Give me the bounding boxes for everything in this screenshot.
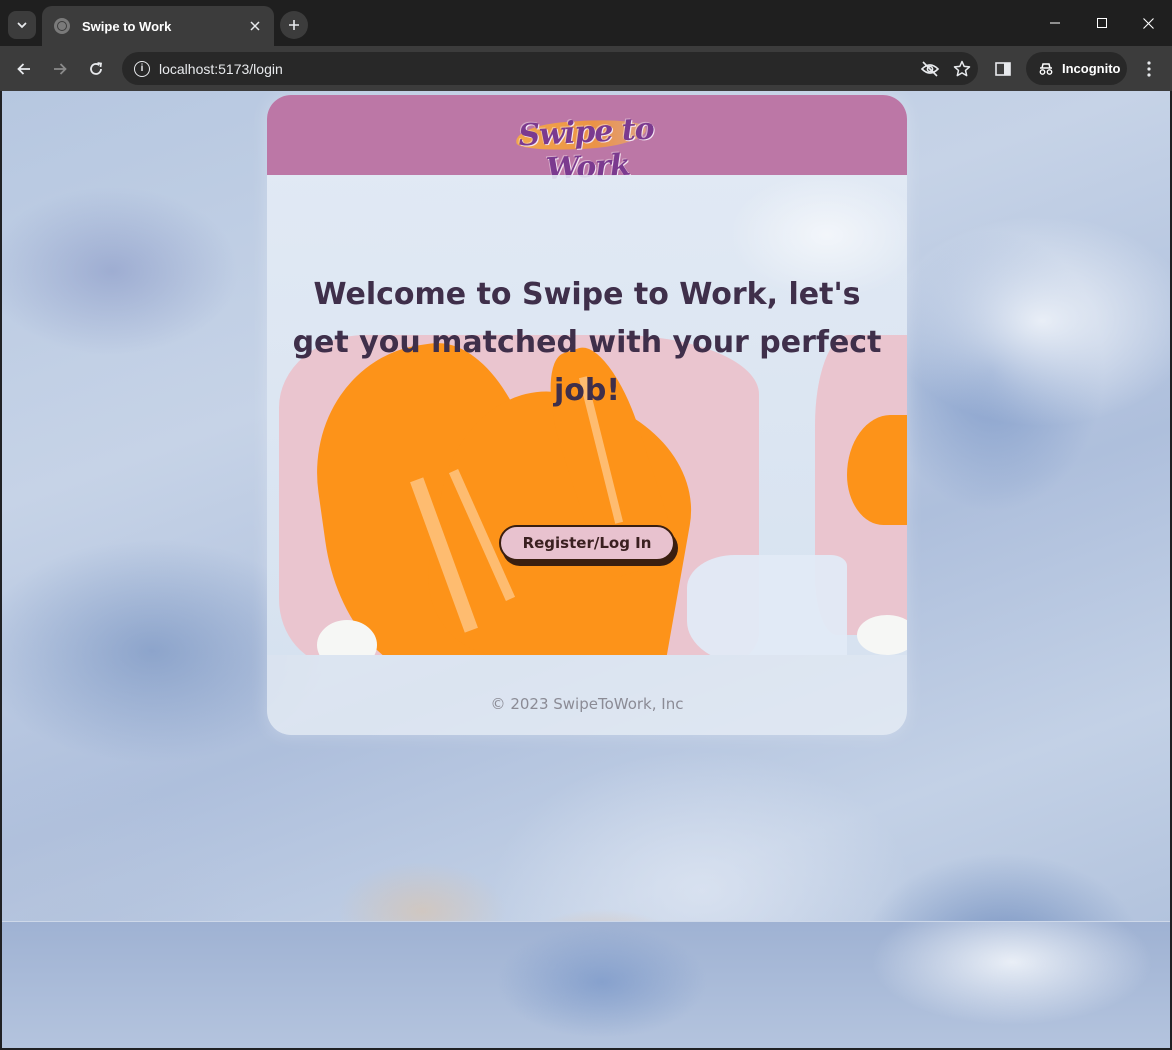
browser-menu-button[interactable] <box>1134 54 1164 84</box>
card-body: Welcome to Swipe to Work, let's get you … <box>267 175 907 655</box>
side-panel-icon <box>995 62 1011 76</box>
browser-titlebar: Swipe to Work <box>0 0 1172 46</box>
paint-blob <box>857 615 907 655</box>
copyright-text: © 2023 SwipeToWork, Inc <box>490 695 684 713</box>
cta-wrapper: Register/Log In <box>499 525 675 561</box>
star-icon[interactable] <box>946 53 978 85</box>
arrow-left-icon <box>17 63 30 75</box>
kebab-menu-icon <box>1147 61 1151 77</box>
close-icon[interactable] <box>246 17 264 35</box>
welcome-headline: Welcome to Swipe to Work, let's get you … <box>292 277 882 408</box>
info-icon[interactable]: i <box>134 60 150 77</box>
maximize-button[interactable] <box>1079 0 1125 46</box>
page-viewport: Swipe to Work Welcome to Swipe to Work, … <box>2 91 1170 1048</box>
register-login-button[interactable]: Register/Log In <box>499 525 675 561</box>
minimize-button[interactable] <box>1032 0 1078 46</box>
card-header: Swipe to Work <box>267 95 907 187</box>
address-bar[interactable]: i localhost:5173/login <box>122 52 978 85</box>
side-panel-button[interactable] <box>988 54 1018 84</box>
plus-icon <box>289 20 299 30</box>
new-tab-button[interactable] <box>280 11 308 39</box>
site-logo[interactable]: Swipe to Work <box>502 109 672 187</box>
card-footer: © 2023 SwipeToWork, Inc <box>267 655 907 735</box>
login-card: Swipe to Work Welcome to Swipe to Work, … <box>267 95 907 735</box>
globe-icon <box>54 18 70 34</box>
browser-tab[interactable]: Swipe to Work <box>42 6 274 46</box>
reload-button[interactable] <box>81 54 111 84</box>
tab-search-button[interactable] <box>8 11 36 39</box>
background-lower-band <box>2 921 1170 1048</box>
forward-button[interactable] <box>45 54 75 84</box>
browser-toolbar: i localhost:5173/login Incognito <box>0 46 1172 91</box>
reload-icon <box>90 62 103 75</box>
incognito-badge[interactable]: Incognito <box>1026 52 1127 85</box>
chevron-down-icon <box>17 22 27 29</box>
incognito-label: Incognito <box>1062 61 1121 76</box>
back-button[interactable] <box>9 54 39 84</box>
minimize-icon <box>1050 22 1060 24</box>
tab-title: Swipe to Work <box>82 18 172 34</box>
arrow-right-icon <box>54 63 67 75</box>
paint-blob <box>687 555 847 655</box>
eye-off-icon[interactable] <box>914 53 946 85</box>
close-icon <box>1142 17 1154 29</box>
incognito-icon <box>1039 62 1053 75</box>
maximize-icon <box>1097 18 1107 28</box>
window-close-button[interactable] <box>1125 0 1171 46</box>
url-text[interactable]: localhost:5173/login <box>159 61 914 77</box>
